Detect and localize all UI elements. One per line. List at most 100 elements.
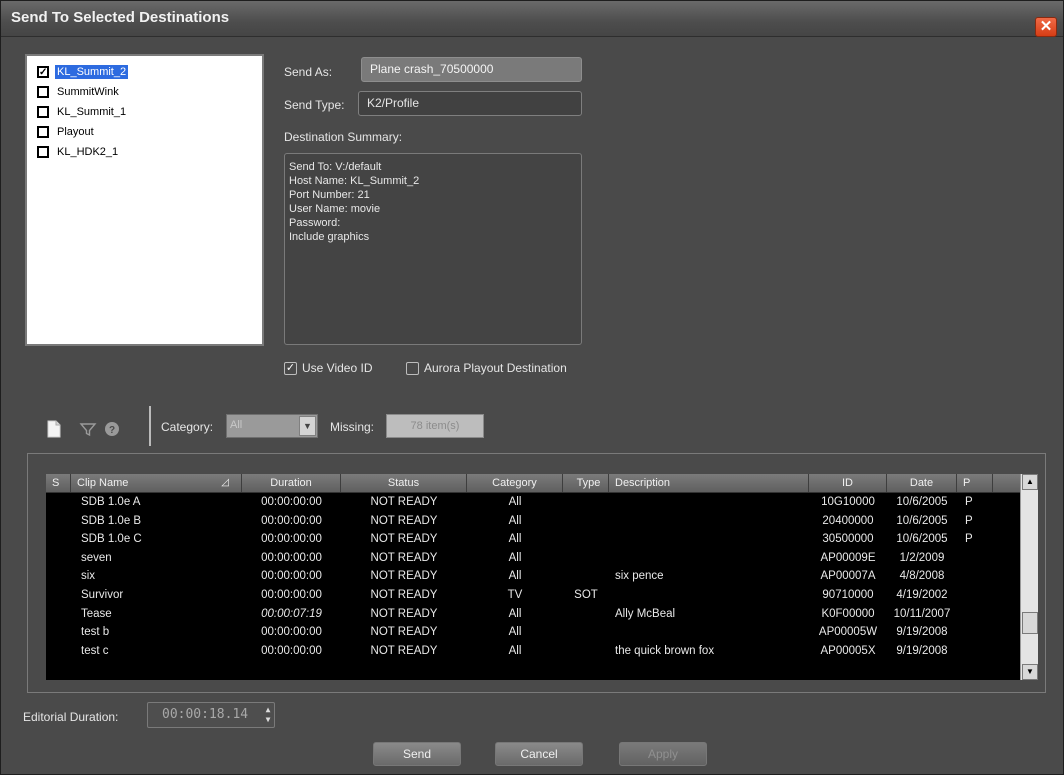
column-header-label: Clip Name [77, 477, 129, 489]
table-row[interactable]: test b 00:00:00:00 NOT READY All AP00005W 9/1… [46, 623, 1020, 642]
destination-summary-label: Destination Summary: [284, 130, 403, 144]
editorial-duration-value: 00:00:18.14 [162, 707, 249, 722]
cell-duration: 00:00:00:00 [261, 626, 322, 639]
column-header[interactable]: Description [609, 474, 809, 492]
close-button[interactable]: ✕ [1035, 17, 1057, 37]
column-header[interactable]: Type [563, 474, 609, 492]
send-as-input[interactable]: Plane crash_70500000 [361, 57, 582, 82]
destination-checkbox[interactable] [37, 126, 49, 138]
cell-p [957, 567, 993, 586]
column-header[interactable]: Clip Name ◿ [71, 474, 242, 492]
destination-item[interactable]: ✓ KL_Summit_2 [37, 62, 262, 82]
title-bar[interactable]: Send To Selected Destinations ✕ [1, 1, 1063, 37]
table-row[interactable]: SDB 1.0e B 00:00:00:00 NOT READY All 2040000… [46, 512, 1020, 531]
table-row[interactable]: Tease 00:00:07:19 NOT READY All Ally McBeal K… [46, 605, 1020, 624]
table-row[interactable]: SDB 1.0e C 00:00:00:00 NOT READY All 3050000… [46, 530, 1020, 549]
vertical-scrollbar[interactable]: ▲ ▼ [1020, 474, 1038, 680]
cell-category: TV [507, 588, 523, 601]
send-button[interactable]: Send [373, 742, 461, 766]
destination-item[interactable]: KL_HDK2_1 [37, 142, 262, 162]
column-header-label: P [963, 477, 971, 489]
destination-list[interactable]: ✓ KL_Summit_2 SummitWink KL_Summit_1 Playout… [25, 54, 264, 346]
table-row[interactable]: test c 00:00:00:00 NOT READY All the quick b… [46, 642, 1020, 661]
cell-status: NOT READY [370, 533, 438, 546]
aurora-playout-checkbox[interactable] [406, 361, 419, 375]
column-header[interactable]: Date [887, 474, 957, 492]
cell-name: SDB 1.0e A [81, 496, 141, 508]
scroll-up-icon[interactable]: ▲ [1022, 474, 1038, 490]
cell-s [46, 530, 71, 549]
aurora-playout-option[interactable]: Aurora Playout Destination [406, 361, 567, 375]
column-header[interactable]: Status [341, 474, 467, 492]
use-video-id-option[interactable]: ✓ Use Video ID [284, 361, 372, 375]
new-document-icon[interactable] [45, 419, 63, 439]
destination-label: KL_Summit_2 [55, 65, 129, 79]
column-header-label: Category [492, 477, 537, 489]
table-row[interactable]: six 00:00:00:00 NOT READY All six pence AP000… [46, 567, 1020, 586]
table-row[interactable]: SDB 1.0e A 00:00:00:00 NOT READY All 10G1000… [46, 493, 1020, 512]
column-header-label: S [52, 477, 60, 489]
cell-date: 1/2/2009 [899, 551, 945, 564]
destination-item[interactable]: SummitWink [37, 82, 262, 102]
cell-duration: 00:00:00:00 [261, 570, 322, 583]
filter-icon[interactable] [79, 419, 97, 439]
clip-table[interactable]: S Clip Name ◿ Duration Status Category Type Des… [46, 474, 1020, 680]
scroll-thumb[interactable] [1022, 612, 1038, 634]
cell-name: seven [81, 551, 112, 564]
destination-checkbox[interactable] [37, 106, 49, 118]
cell-category: All [508, 570, 522, 583]
cell-id: 20400000 [822, 514, 874, 527]
cell-category: All [508, 496, 522, 508]
cell-type: SOT [574, 588, 598, 601]
table-body[interactable]: SDB 1.0e A 00:00:00:00 NOT READY All 10G1000… [46, 493, 1020, 660]
table-row[interactable]: seven 00:00:00:00 NOT READY All AP00009E 1/2/… [46, 549, 1020, 568]
cell-status: NOT READY [370, 551, 438, 564]
table-row[interactable]: Survivor 00:00:00:00 NOT READY TV SOT 9071000… [46, 586, 1020, 605]
aurora-playout-label: Aurora Playout Destination [424, 361, 567, 375]
cell-status: NOT READY [370, 626, 438, 639]
use-video-id-label: Use Video ID [302, 361, 373, 375]
column-header-label: Date [909, 477, 934, 489]
destination-item[interactable]: Playout [37, 122, 262, 142]
cell-description: Ally McBeal [615, 607, 676, 620]
column-header[interactable]: S [46, 474, 71, 492]
send-type-label: Send Type: [284, 98, 345, 112]
destination-checkbox[interactable] [37, 86, 49, 98]
cell-status: NOT READY [370, 607, 438, 620]
cell-description [609, 530, 809, 549]
category-value: All [230, 419, 243, 431]
summary-line: Host Name: KL_Summit_2 [289, 175, 420, 187]
cell-date: 10/6/2005 [896, 496, 948, 508]
apply-button[interactable]: Apply [619, 742, 707, 766]
column-header[interactable]: Duration [242, 474, 341, 492]
spinner-icon[interactable]: ▲ ▼ [263, 705, 273, 725]
use-video-id-checkbox[interactable]: ✓ [284, 361, 297, 375]
cell-type [563, 605, 609, 624]
help-icon[interactable]: ? [103, 419, 121, 439]
column-header[interactable]: ID [809, 474, 887, 492]
chevron-down-icon[interactable]: ▼ [299, 416, 316, 436]
cell-id: 90710000 [822, 588, 874, 601]
column-header[interactable]: P [957, 474, 993, 492]
cell-category: All [508, 533, 522, 546]
column-header[interactable]: Category [467, 474, 563, 492]
destination-item[interactable]: KL_Summit_1 [37, 102, 262, 122]
editorial-duration-field[interactable]: 00:00:18.14 ▲ ▼ [147, 702, 275, 728]
destination-summary-text[interactable]: Send To: V:/default Host Name: KL_Summit_… [284, 153, 582, 345]
column-header-label: Type [576, 477, 601, 489]
destination-checkbox[interactable] [37, 146, 49, 158]
cell-p [957, 642, 993, 661]
cell-id: 30500000 [822, 533, 874, 546]
summary-line: Send To: V:/default [289, 161, 382, 173]
cell-description [609, 549, 809, 568]
cell-type [563, 567, 609, 586]
scroll-down-icon[interactable]: ▼ [1022, 664, 1038, 680]
cancel-button[interactable]: Cancel [495, 742, 583, 766]
column-header-label: ID [842, 477, 853, 489]
destination-checkbox[interactable]: ✓ [37, 66, 49, 78]
missing-label: Missing: [330, 420, 375, 434]
cell-id: AP00005W [818, 626, 878, 639]
cell-name: SDB 1.0e C [81, 533, 142, 546]
svg-text:?: ? [109, 425, 115, 436]
category-select[interactable]: All ▼ [226, 414, 318, 438]
